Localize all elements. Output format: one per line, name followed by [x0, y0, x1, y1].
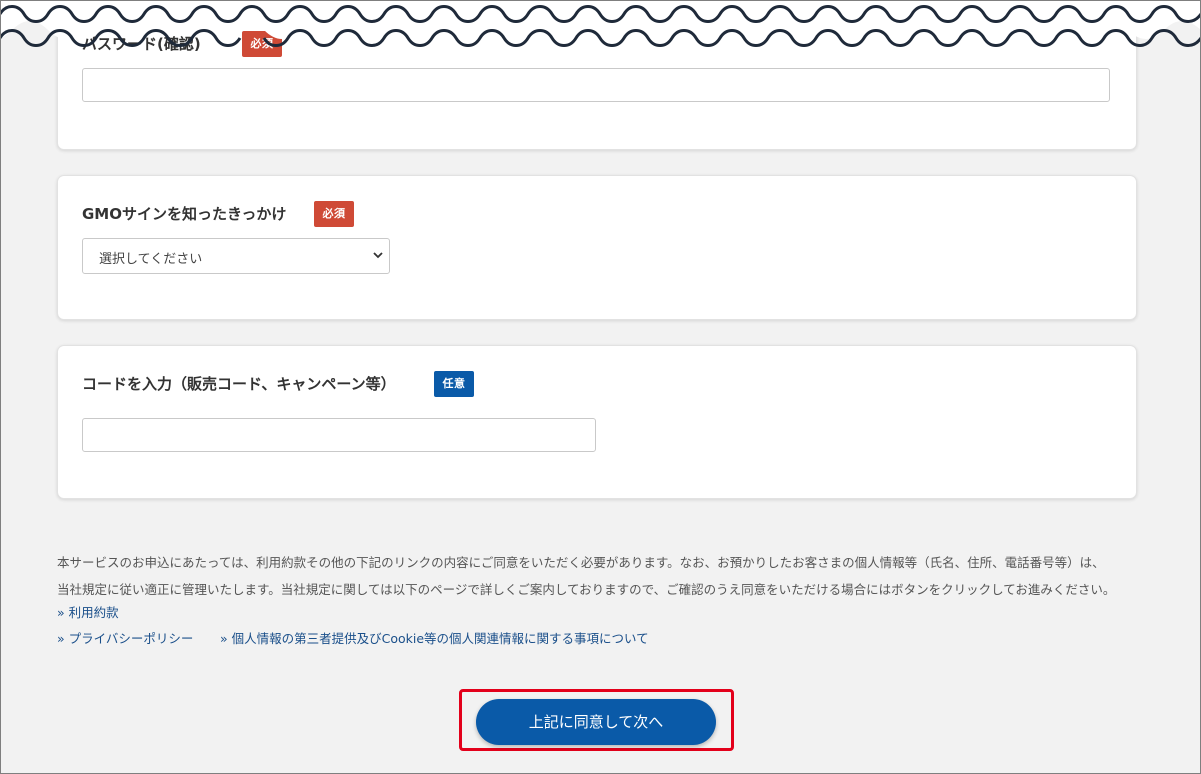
terms-link[interactable]: » 利用約款 — [57, 602, 119, 621]
referral-select-value: 選択してください — [99, 252, 203, 267]
referral-select[interactable]: 選択してください — [82, 238, 390, 274]
optional-badge: 任意 — [434, 371, 474, 397]
third-party-info-link[interactable]: » 個人情報の第三者提供及びCookie等の個人関連情報に関する事項について — [220, 628, 649, 647]
code-input[interactable] — [82, 418, 596, 452]
torn-edge-decoration — [0, 0, 1201, 47]
agree-next-button[interactable]: 上記に同意して次へ — [476, 699, 716, 745]
code-label: コードを入力（販売コード、キャンペーン等） — [82, 375, 396, 393]
privacy-policy-link[interactable]: » プライバシーポリシー — [57, 628, 193, 647]
code-card: コードを入力（販売コード、キャンペーン等） 任意 — [57, 345, 1137, 499]
consent-notice-line: 本サービスのお申込にあたっては、利用約款その他の下記のリンクの内容にご同意をいた… — [57, 555, 1105, 570]
consent-notice-line: 当社規定に従い適正に管理いたします。当社規定に関しては以下のページで詳しくご案内… — [57, 582, 1116, 597]
referral-card: GMOサインを知ったきっかけ 必須 選択してください — [57, 175, 1137, 320]
consent-notice: 本サービスのお申込にあたっては、利用約款その他の下記のリンクの内容にご同意をいた… — [57, 549, 1157, 603]
password-confirm-input[interactable] — [82, 68, 1110, 102]
referral-label: GMOサインを知ったきっかけ — [82, 205, 287, 223]
required-badge: 必須 — [314, 201, 354, 227]
chevron-down-icon — [373, 252, 383, 259]
